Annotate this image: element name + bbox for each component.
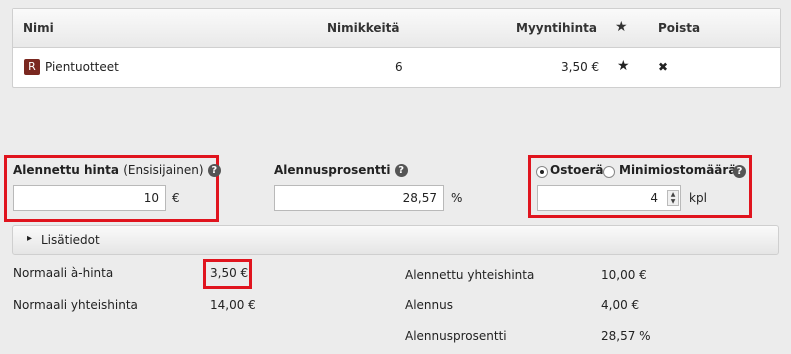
disc-total-label: Alennettu yhteishinta xyxy=(405,268,535,282)
percent-unit: % xyxy=(451,191,463,205)
chevron-right-icon: ▸ xyxy=(27,233,33,244)
normal-unit-value: 3,50 € xyxy=(210,266,249,280)
quantity-input[interactable] xyxy=(537,185,681,211)
discount-label: Alennus xyxy=(405,298,453,312)
discount-price-label: Alennettu hinta (Ensisijainen) ? xyxy=(13,163,221,177)
help-icon[interactable]: ? xyxy=(394,164,408,177)
normal-total-label: Normaali yhteishinta xyxy=(13,298,138,312)
help-icon[interactable]: ? xyxy=(733,165,746,178)
disc-pct-value: 28,57 % xyxy=(601,329,651,343)
disc-pct-label: Alennusprosentti xyxy=(405,329,507,343)
group-badge-icon: R xyxy=(24,59,40,75)
row-price: 3,50 € xyxy=(561,60,600,74)
radio-minimum[interactable] xyxy=(603,166,615,178)
row-items: 6 xyxy=(395,60,403,74)
discount-percent-input[interactable] xyxy=(274,185,444,211)
discount-price-input[interactable] xyxy=(13,185,166,211)
quantity-stepper[interactable]: ▲ ▼ xyxy=(667,190,679,206)
radio-ostoera[interactable] xyxy=(536,166,548,178)
col-name[interactable]: Nimi xyxy=(23,21,54,35)
discount-value: 4,00 € xyxy=(601,298,640,312)
radio-minimum-label[interactable]: Minimiostomäärä xyxy=(619,163,736,177)
col-price[interactable]: Myyntihinta xyxy=(516,21,597,35)
col-delete: Poista xyxy=(658,21,701,35)
table-header: Nimi Nimikkeitä Myyntihinta ★ Poista xyxy=(13,9,780,48)
price-group-table: Nimi Nimikkeitä Myyntihinta ★ Poista xyxy=(12,8,781,88)
price-unit: € xyxy=(172,191,180,205)
normal-total-value: 14,00 € xyxy=(210,298,256,312)
help-icon[interactable]: ? xyxy=(207,164,221,177)
discount-percent-label: Alennusprosentti ? xyxy=(274,163,408,177)
qty-unit: kpl xyxy=(689,191,707,205)
col-star-icon: ★ xyxy=(615,19,628,35)
favorite-star-icon[interactable]: ★ xyxy=(617,58,630,74)
details-accordion[interactable]: ▸ Lisätiedot xyxy=(12,225,779,255)
row-name[interactable]: Pientuotteet xyxy=(45,60,119,74)
normal-unit-label: Normaali à-hinta xyxy=(13,266,114,280)
details-label: Lisätiedot xyxy=(41,233,100,247)
col-items[interactable]: Nimikkeitä xyxy=(327,21,400,35)
radio-ostoera-label[interactable]: Ostoerä xyxy=(550,163,603,177)
delete-icon[interactable]: ✖ xyxy=(658,60,668,74)
disc-total-value: 10,00 € xyxy=(601,268,647,282)
